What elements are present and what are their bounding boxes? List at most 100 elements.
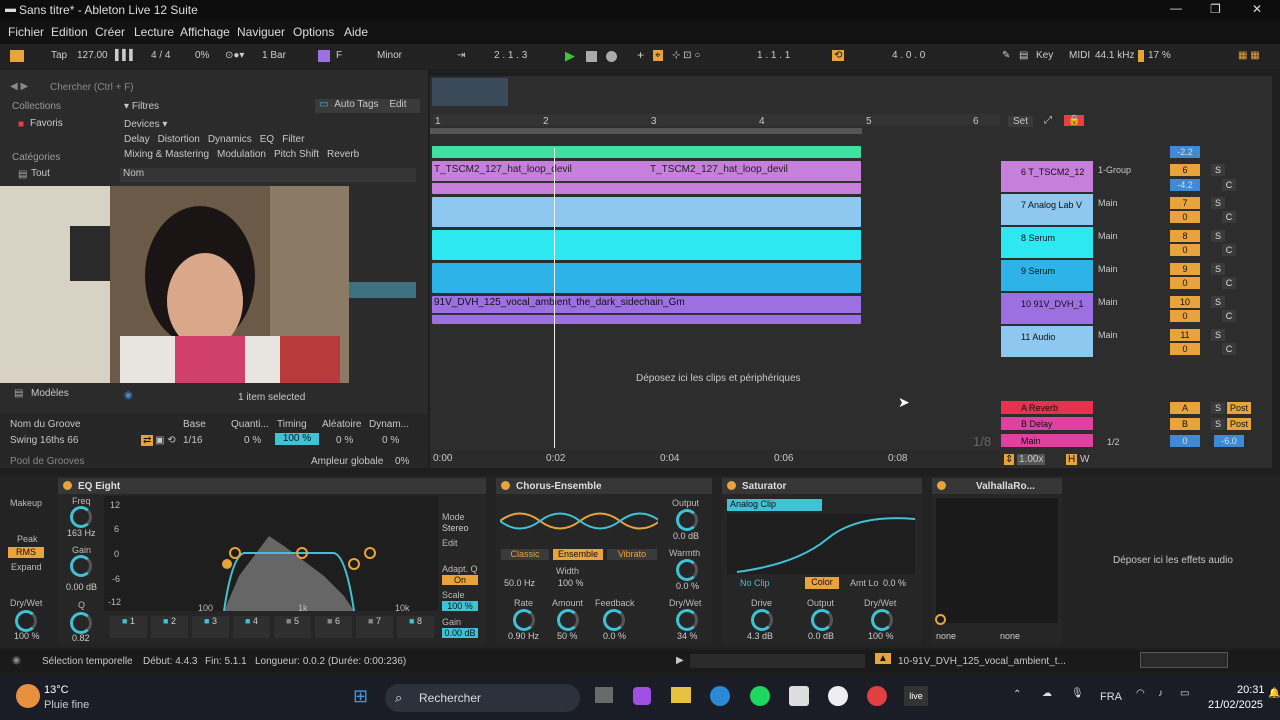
volume-icon[interactable]: ♪ — [1158, 688, 1163, 699]
grid-zoom[interactable]: 1/8 — [973, 434, 991, 449]
saturator-output-knob[interactable] — [811, 609, 833, 631]
cloud-icon[interactable]: ☁ — [1042, 688, 1052, 699]
eq-gain-value[interactable]: 0.00 dB — [66, 582, 97, 592]
wifi-icon[interactable]: ◠ — [1136, 688, 1145, 699]
clip-serum-8[interactable] — [432, 230, 861, 260]
eq-q-value[interactable]: 0.82 — [72, 633, 90, 643]
track-8-number[interactable]: 8 — [1170, 230, 1200, 242]
valhalla-config-icon[interactable] — [935, 614, 946, 625]
menu-edition[interactable]: Edition — [51, 25, 88, 39]
track-11-pan[interactable]: C — [1222, 343, 1236, 355]
auto-tags-button[interactable]: ▭ Auto Tags Edit — [315, 99, 420, 113]
follow-arrow-icon[interactable]: ⇥ — [457, 50, 465, 61]
menu-aide[interactable]: Aide — [344, 25, 368, 39]
stop-icon[interactable] — [586, 51, 597, 62]
quantize-select[interactable]: 1 Bar — [262, 50, 286, 61]
eq-freq-knob[interactable] — [70, 506, 92, 528]
saturator-drywet-knob[interactable] — [871, 609, 893, 631]
time-ruler[interactable]: 0:00 0:02 0:04 0:06 0:08 — [430, 450, 1000, 466]
eq-band-4[interactable]: ■ 4 — [233, 616, 270, 638]
automation-arm-icon[interactable]: ⌖ — [653, 50, 663, 61]
copilot-icon[interactable] — [633, 687, 651, 705]
return-a-solo[interactable]: S — [1211, 402, 1225, 414]
groove-dyn[interactable]: 0 % — [382, 435, 399, 446]
computer-keyboard-icon[interactable]: ▤ — [1019, 50, 1028, 61]
ableton-live-icon[interactable]: live — [904, 686, 928, 706]
task-view-icon[interactable] — [595, 687, 613, 703]
status-overview[interactable] — [1140, 652, 1228, 668]
rms-button[interactable]: RMS — [8, 547, 44, 558]
valhalla-select-1[interactable]: none — [936, 631, 956, 641]
valhalla-select-2[interactable]: none — [1000, 631, 1020, 641]
solo-button[interactable]: S — [1211, 164, 1225, 176]
main-header[interactable]: Main — [1001, 434, 1093, 447]
eq-power-icon[interactable] — [63, 481, 72, 490]
chorus-rate-knob[interactable] — [513, 609, 535, 631]
eq-gain-out-value[interactable]: 0.00 dB — [442, 628, 478, 638]
spotify-icon[interactable] — [750, 686, 770, 706]
record-icon[interactable] — [606, 51, 617, 62]
track-6-pan[interactable]: C — [1222, 179, 1236, 191]
maximize-button[interactable]: ❐ — [1210, 2, 1221, 16]
chorus-rate-value[interactable]: 0.90 Hz — [508, 631, 539, 641]
clock-time[interactable]: 20:31 — [1237, 684, 1265, 696]
eq-band-3[interactable]: ■ 3 — [192, 616, 229, 638]
chorus-ensemble-button[interactable]: Ensemble — [553, 549, 603, 560]
chorus-feedback-value[interactable]: 0.0 % — [603, 631, 626, 641]
eq-band-8[interactable]: ■ 8 — [397, 616, 434, 638]
nav-arrows-icon[interactable]: ◀ ▶ — [10, 81, 28, 92]
track-8-pan[interactable]: C — [1222, 244, 1236, 256]
track-11-number[interactable]: 11 — [1170, 329, 1200, 341]
favoris-item[interactable]: Favoris — [30, 118, 63, 129]
menu-affichage[interactable]: Affichage — [180, 25, 230, 39]
drop-effects-zone[interactable]: Déposer ici les effets audio — [1113, 555, 1233, 566]
zoom-value[interactable]: 1.00x — [1017, 454, 1046, 465]
chorus-power-icon[interactable] — [501, 481, 510, 490]
groove-quant[interactable]: 0 % — [244, 435, 261, 446]
chorus-hz-value[interactable]: 50.0 Hz — [504, 578, 535, 588]
tag-distortion[interactable]: Distortion — [158, 134, 200, 145]
clip-vocal[interactable]: 91V_DVH_125_vocal_ambient_the_dark_sidec… — [432, 296, 861, 324]
track-10-number[interactable]: 10 — [1170, 296, 1200, 308]
chorus-warmth-value[interactable]: 0.0 % — [676, 581, 699, 591]
play-icon[interactable]: ▶ — [565, 48, 575, 64]
tag-dynamics[interactable]: Dynamics — [208, 134, 252, 145]
track-7-header[interactable]: 7 Analog Lab V — [1001, 194, 1093, 225]
groove-timing[interactable]: 100 % — [275, 433, 319, 445]
return-a-number[interactable]: A — [1170, 402, 1200, 414]
tag-modulation[interactable]: Modulation — [217, 149, 266, 160]
valhalla-power-icon[interactable] — [937, 481, 946, 490]
track-9-header[interactable]: 9 Serum — [1001, 260, 1093, 291]
metronome-icon[interactable]: ▌▌▌ — [115, 50, 136, 61]
overview-icon[interactable]: ▦ ▦ — [1238, 50, 1260, 61]
zoom-icon[interactable]: ⇕ — [1004, 454, 1015, 465]
app-icon[interactable] — [789, 686, 809, 706]
eq-stereo-select[interactable]: Stereo — [442, 523, 469, 533]
main-pan[interactable]: -6.0 — [1214, 435, 1244, 447]
weather-icon[interactable] — [16, 684, 40, 708]
track-7-number[interactable]: 7 — [1170, 197, 1200, 209]
main-output[interactable]: 1/2 — [1107, 437, 1120, 447]
modeles-label[interactable]: Modèles — [31, 388, 69, 399]
saturator-power-icon[interactable] — [727, 481, 736, 490]
menu-fichier[interactable]: Fichier — [8, 25, 44, 39]
eq-q-knob[interactable] — [70, 612, 92, 634]
tag-reverb[interactable]: Reverb — [327, 149, 359, 160]
loop-brace[interactable] — [430, 128, 862, 134]
return-b-solo[interactable]: S — [1211, 418, 1225, 430]
swing-field[interactable]: 0% — [195, 50, 209, 61]
loop-controls-icon[interactable]: ⊹ ⊡ ○ — [672, 50, 700, 61]
saturator-output-value[interactable]: 0.0 dB — [808, 631, 834, 641]
solo-button[interactable]: S — [1211, 197, 1225, 209]
overview-thumbnail[interactable] — [432, 78, 508, 106]
scale-mode-icon[interactable] — [318, 50, 330, 62]
obs-icon[interactable] — [867, 686, 887, 706]
valhalla-header[interactable]: ValhallaRo... — [932, 478, 1062, 494]
track-9-number[interactable]: 9 — [1170, 263, 1200, 275]
valhalla-plugin-window[interactable] — [936, 498, 1058, 623]
track-6-route[interactable]: 1-Group — [1098, 165, 1131, 175]
filters-toggle[interactable]: ▾ Filtres — [124, 101, 159, 112]
main-volume[interactable]: 0 — [1170, 435, 1200, 447]
saturator-type-select[interactable]: Analog Clip — [727, 499, 822, 511]
microphone-icon[interactable]: 🎙 — [1071, 688, 1084, 699]
